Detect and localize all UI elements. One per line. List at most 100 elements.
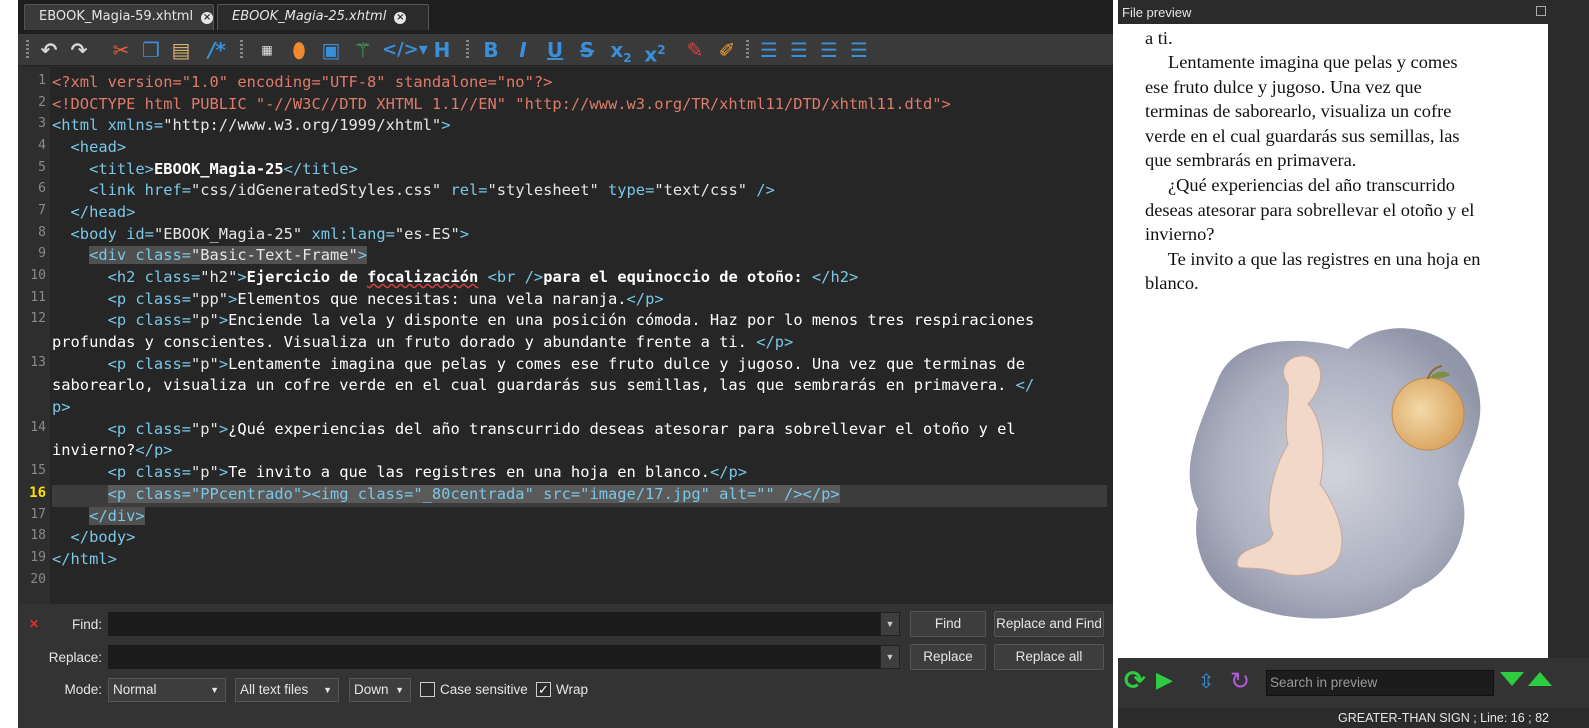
editor-pane: EBOOK_Magia-59.xhtml × EBOOK_Magia-25.xht… [18,0,1113,728]
code-line-18: </body> [52,528,136,546]
code-editor[interactable]: 1 2 3 4 5 6 7 8 9 10 11 12 13 14 15 16 1… [18,67,1113,604]
strikethrough-icon[interactable]: S [574,37,600,63]
reload-icon[interactable]: ↻ [1230,668,1256,694]
split-icon[interactable]: ⚚ [350,37,376,63]
comment-icon[interactable]: /* [204,37,230,63]
code-line-10: <h2 class="h2">Ejercicio de focalización… [52,268,859,286]
case-sensitive-label: Case sensitive [440,682,528,697]
replace-button[interactable]: Replace [910,644,986,670]
tab-ebook-magia-25[interactable]: EBOOK_Magia-25.xhtml × [217,4,429,30]
find-button[interactable]: Find [910,611,986,637]
subscript-icon[interactable]: x2 [606,37,636,65]
replace-history-dropdown[interactable]: ▼ [880,645,900,669]
line-number: 9 [38,246,46,261]
line-number: 2 [38,95,46,110]
wrap-checkbox[interactable]: ✓ [536,682,551,697]
code-line-19: </html> [52,550,117,568]
line-number: 6 [38,181,46,196]
preview-controls: ⟳ ▶ ⇳ ↻ Search in preview [1118,658,1589,708]
code-line-12: <p class="p">Enciende la vela y disponte… [52,311,1035,329]
status-bar: GREATER-THAN SIGN ; Line: 16 ; 82 [1118,708,1589,728]
image-edit-icon[interactable]: ▣ [318,37,344,63]
line-number: 15 [30,463,46,478]
redo-icon[interactable]: ↷ [66,37,92,63]
code-line-9: <div class="Basic-Text-Frame"> [89,246,368,264]
sync-position-icon[interactable]: ⇳ [1198,668,1220,694]
code-line-12-wrap: profundas y conscientes. Visualiza un fr… [52,333,794,351]
find-label: Find: [71,617,102,632]
wrap-label: Wrap [556,682,589,697]
code-line-17: </div> [89,507,145,525]
find-input[interactable] [108,612,880,636]
code-line-13: <p class="p">Lentamente imagina que pela… [52,355,1025,373]
preview-line: verde en el cual guardarás sus semillas,… [1145,126,1460,146]
line-number: 17 [30,507,46,522]
insert-tag-icon[interactable]: </>▾ [382,37,428,63]
heading-icon[interactable]: H [428,37,456,63]
replace-input[interactable] [108,645,880,669]
align-left-icon[interactable]: ☰ [756,37,782,63]
line-number: 7 [38,203,46,218]
close-icon[interactable]: × [201,12,214,24]
code-line-14-wrap: invierno?</p> [52,441,173,459]
code-line-11: <p class="pp">Elementos que necesitas: u… [52,290,664,308]
bold-icon[interactable]: B [478,37,504,63]
mode-label: Mode: [64,682,102,697]
preview-line: deseas atesorar para sobrellevar el otoñ… [1145,200,1475,220]
watercolor-illustration [1189,328,1481,619]
align-center-icon[interactable]: ☰ [786,37,812,63]
search-in-preview-input[interactable]: Search in preview [1266,670,1494,696]
preview-line: invierno? [1145,224,1215,244]
line-number: 18 [30,528,46,543]
line-number: 3 [38,116,46,131]
find-replace-panel: ✕ Find: ▼ Find Replace and Find Replace:… [18,604,1113,728]
next-match-icon[interactable] [1500,672,1524,686]
toolbar-grip-icon [26,40,29,60]
previous-match-icon[interactable] [1528,672,1552,686]
chevron-down-icon: ▼ [323,685,332,695]
preview-line: a ti. [1145,28,1173,48]
tab-label: EBOOK_Magia-25.xhtml [232,9,387,24]
preview-document[interactable]: a ti. Lentamente imagina que pelas y com… [1118,24,1548,658]
code-line-2: <!DOCTYPE html PUBLIC "-//W3C//DTD XHTML… [52,95,951,113]
superscript-icon[interactable]: x2 [640,37,670,67]
align-justify-icon[interactable]: ☰ [846,37,872,63]
preview-line: ese fruto dulce y jugoso. Una vez que [1145,77,1422,97]
html-file-icon[interactable]: ▦ [254,37,280,63]
line-number: 1 [38,73,46,88]
cut-icon[interactable]: ✂ [108,37,134,63]
refresh-icon[interactable]: ⟳ [1124,668,1150,694]
line-number: 5 [38,160,46,175]
marker-icon[interactable]: ✎ [682,37,708,63]
case-sensitive-checkbox[interactable] [420,682,435,697]
preview-pane: File preview a ti. Lentamente imagina qu… [1118,0,1589,728]
replace-and-find-button[interactable]: Replace and Find [994,611,1104,637]
code-line-6: <link href="css/idGeneratedStyles.css" r… [52,181,775,199]
code-line-8: <body id="EBOOK_Magia-25" xml:lang="es-E… [52,225,470,243]
tab-ebook-magia-59[interactable]: EBOOK_Magia-59.xhtml × [24,4,214,30]
code-line-16: <p class="PPcentrado"><img class="_80cen… [52,484,840,506]
replace-label: Replace: [48,650,102,665]
insert-image-icon[interactable]: ⬮ [286,37,312,63]
italic-icon[interactable]: I [510,37,536,63]
preview-line: ¿Qué experiencias del año transcurrido [1145,175,1455,195]
spelling-error: focalización [367,268,479,286]
replace-all-button[interactable]: Replace all [994,644,1104,670]
direction-select[interactable]: Down ▼ [349,678,411,702]
find-history-dropdown[interactable]: ▼ [880,612,900,636]
underline-icon[interactable]: U [542,37,568,63]
close-icon[interactable]: × [394,12,407,24]
mode-select[interactable]: Normal ▼ [108,678,226,702]
undock-icon[interactable] [1536,6,1546,16]
undo-icon[interactable]: ↶ [36,37,62,63]
code-line-1: <?xml version="1.0" encoding="UTF-8" sta… [52,73,553,91]
scope-select[interactable]: All text files ▼ [235,678,339,702]
paste-icon[interactable]: ▤ [168,37,194,63]
play-icon[interactable]: ▶ [1156,668,1182,694]
copy-icon[interactable]: ❐ [138,37,164,63]
clear-format-icon[interactable]: ✐ [714,37,740,63]
code-line-7: </head> [52,203,136,221]
code-line-15: <p class="p">Te invito a que las registr… [52,463,748,481]
line-number: 13 [30,355,46,370]
align-right-icon[interactable]: ☰ [816,37,842,63]
